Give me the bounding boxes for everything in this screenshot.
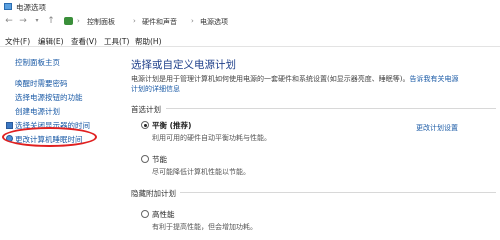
plan-balanced-desc: 利用可用的硬件自动平衡功耗与性能。 bbox=[152, 134, 271, 142]
breadcrumb-hardware-sound[interactable]: 硬件和声音 bbox=[142, 17, 177, 27]
sidebar-item-control-panel-home[interactable]: 控制面板主页 bbox=[15, 57, 60, 68]
history-dropdown-icon[interactable]: ▾ bbox=[32, 16, 42, 26]
back-arrow-icon[interactable]: ← bbox=[4, 16, 14, 26]
hidden-plans-title[interactable]: 隐藏附加计划 bbox=[131, 188, 176, 199]
menu-view[interactable]: 查看(V) bbox=[71, 36, 97, 47]
description-text: 电源计划是用于管理计算机如何使用电源的一套硬件和系统设置(如显示器亮度、睡眠等)… bbox=[131, 74, 458, 84]
forward-arrow-icon[interactable]: → bbox=[18, 16, 28, 26]
breadcrumb-separator: › bbox=[77, 17, 80, 25]
plan-power-saver-desc: 尽可能降低计算机性能以节能。 bbox=[152, 168, 250, 176]
control-panel-icon bbox=[64, 17, 73, 25]
sidebar-item-create-plan[interactable]: 创建电源计划 bbox=[15, 106, 60, 117]
title-bar bbox=[0, 0, 500, 14]
plan-power-saver-radio[interactable] bbox=[141, 155, 149, 163]
plan-power-saver-label[interactable]: 节能 bbox=[152, 154, 167, 165]
section-divider bbox=[180, 192, 496, 193]
plan-balanced-label[interactable]: 平衡 (推荐) bbox=[152, 120, 191, 131]
menu-tools[interactable]: 工具(T) bbox=[104, 36, 129, 47]
page-title: 选择或自定义电源计划 bbox=[131, 59, 236, 71]
plan-high-performance-desc: 有利于提高性能，但会增加功耗。 bbox=[152, 223, 257, 231]
address-bar bbox=[0, 14, 500, 30]
power-plan-help-link[interactable]: 告诉我有关电源 bbox=[409, 75, 458, 83]
preferred-plans-title: 首选计划 bbox=[131, 105, 161, 114]
menu-help[interactable]: 帮助(H) bbox=[135, 36, 162, 47]
window-title: 电源选项 bbox=[16, 3, 46, 12]
power-plan-details-link[interactable]: 计划的详细信息 bbox=[131, 84, 180, 94]
plan-high-performance-radio[interactable] bbox=[141, 210, 149, 218]
change-plan-settings-link[interactable]: 更改计划设置 bbox=[416, 123, 458, 133]
section-divider bbox=[166, 108, 496, 109]
power-options-icon bbox=[4, 3, 12, 10]
breadcrumb-separator: › bbox=[133, 17, 136, 25]
menu-file[interactable]: 文件(F) bbox=[5, 36, 30, 47]
up-arrow-icon[interactable]: ↑ bbox=[46, 16, 56, 26]
menu-edit[interactable]: 编辑(E) bbox=[38, 36, 64, 47]
red-annotation-ellipse bbox=[2, 127, 97, 147]
breadcrumb-separator: › bbox=[191, 17, 194, 25]
plan-balanced-radio[interactable] bbox=[141, 121, 149, 129]
breadcrumb-control-panel[interactable]: 控制面板 bbox=[87, 17, 115, 27]
description-line: 电源计划是用于管理计算机如何使用电源的一套硬件和系统设置(如显示器亮度、睡眠等)… bbox=[131, 75, 410, 83]
sidebar-item-power-button[interactable]: 选择电源按钮的功能 bbox=[15, 92, 83, 103]
sidebar-item-wake-password[interactable]: 唤醒时需要密码 bbox=[15, 78, 68, 89]
breadcrumb-power-options[interactable]: 电源选项 bbox=[200, 17, 228, 27]
plan-high-performance-label[interactable]: 高性能 bbox=[152, 209, 175, 220]
monitor-icon bbox=[6, 122, 13, 129]
